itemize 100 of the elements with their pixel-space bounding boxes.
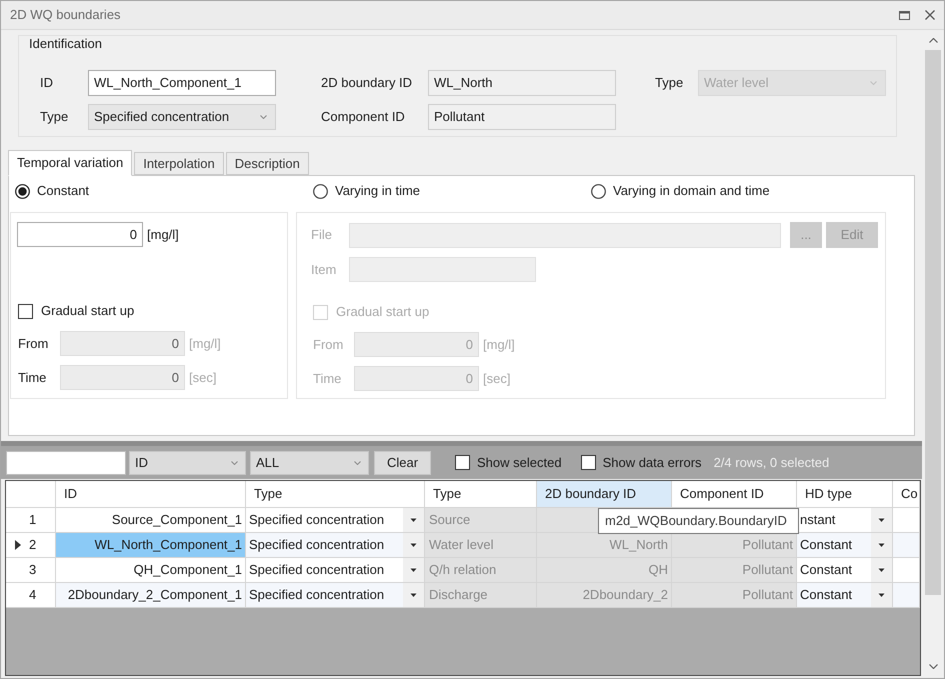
caret-down-icon[interactable] (871, 558, 892, 582)
table-cell: Discharge (425, 583, 537, 608)
caret-down-icon[interactable] (403, 558, 424, 582)
scroll-up-icon[interactable] (928, 38, 938, 42)
group-title: Identification (28, 36, 102, 51)
readonly-field[interactable]: WL_North (428, 70, 616, 96)
unit-label: [mg/l] (189, 334, 221, 353)
checkbox-label: Show selected (477, 454, 562, 472)
tooltip: m2d_WQBoundary.BoundaryID (598, 508, 799, 534)
checkbox[interactable] (580, 455, 596, 470)
table-cell: Water level (425, 533, 537, 558)
field-label: Component ID (321, 108, 405, 126)
column-header[interactable]: Type (425, 481, 537, 508)
dropdown-cell[interactable]: Specified concentration (246, 583, 425, 608)
field-label: Time (313, 370, 342, 388)
row-header[interactable]: 3 (6, 558, 56, 583)
radio-button[interactable] (15, 184, 30, 198)
column-header[interactable]: Type (246, 481, 425, 508)
radio-label: Varying in domain and time (613, 182, 770, 200)
field-label: ID (40, 74, 53, 92)
dropdown-cell[interactable]: Specified concentration (246, 533, 425, 558)
field-label: Type (40, 108, 68, 126)
field-label: From (313, 336, 344, 354)
dropdown[interactable]: Specified concentration (88, 104, 276, 130)
dropdown-cell[interactable]: Specified concentration (246, 508, 425, 533)
chevron-down-icon (354, 460, 361, 464)
field-label: Item (311, 260, 338, 279)
table-cell[interactable]: WL_North_Component_1 (56, 533, 246, 558)
table-cell: Q/h relation (425, 558, 537, 583)
filter-dropdown[interactable]: ALL (250, 450, 369, 474)
column-dropdown[interactable]: ID (129, 450, 246, 474)
field-label: File (311, 226, 333, 244)
column-header[interactable]: 2D boundary ID (537, 481, 672, 508)
chevron-down-icon (231, 460, 238, 464)
radio-button[interactable] (313, 184, 328, 198)
table-cell: Pollutant (672, 558, 797, 583)
table-cell: Pollutant (672, 583, 797, 608)
dropdown-cell[interactable]: nstant (797, 508, 893, 533)
caret-down-icon[interactable] (403, 508, 424, 532)
window-title: 2D WQ boundaries (10, 6, 122, 24)
checkbox[interactable] (455, 455, 470, 470)
radio-label: Varying in time (335, 182, 420, 200)
checkbox[interactable] (18, 304, 33, 318)
table-cell (893, 558, 920, 583)
scroll-down-icon[interactable] (928, 664, 938, 668)
dropdown-cell[interactable]: Constant (797, 583, 893, 608)
field-label: Time (18, 368, 48, 387)
text-field[interactable]: WL_North_Component_1 (88, 70, 276, 96)
close-icon[interactable] (925, 10, 935, 20)
unit-label: [sec] (483, 370, 510, 388)
checkbox-label: Gradual start up (41, 302, 134, 320)
row-number: 3 (29, 561, 36, 580)
caret-down-icon[interactable] (403, 533, 424, 557)
value-field[interactable]: 0 (17, 222, 143, 247)
header-corner (6, 481, 56, 508)
table-cell[interactable]: 2Dboundary_2_Component_1 (56, 583, 246, 608)
table-cell (893, 583, 920, 608)
table-cell: 2Dboundary_2 (537, 583, 672, 608)
row-number: 1 (29, 511, 36, 530)
clear-button[interactable]: Clear (374, 450, 431, 474)
column-header[interactable]: HD type (797, 481, 893, 508)
checkbox-label: Show data errors (602, 454, 702, 472)
field-label: 2D boundary ID (321, 74, 412, 92)
field-label: From (18, 334, 50, 353)
radio-button[interactable] (591, 184, 606, 198)
table-cell: WL_North (537, 533, 672, 558)
row-number: 4 (29, 586, 36, 604)
tab[interactable]: Description (226, 152, 309, 175)
caret-down-icon[interactable] (871, 508, 892, 532)
tab[interactable]: Temporal variation (8, 150, 132, 176)
caret-down-icon[interactable] (871, 583, 892, 607)
maximize-icon[interactable] (899, 10, 910, 20)
dropdown-cell[interactable]: Specified concentration (246, 558, 425, 583)
table-cell[interactable]: Source_Component_1 (56, 508, 246, 533)
chevron-down-icon (870, 81, 877, 85)
row-header[interactable]: 4 (6, 583, 56, 608)
row-number: 2 (29, 536, 36, 554)
dropdown-cell[interactable]: Constant (797, 533, 893, 558)
current-row-icon (15, 540, 21, 550)
caret-down-icon[interactable] (871, 533, 892, 557)
status-text: 2/4 rows, 0 selected (714, 454, 830, 472)
column-header[interactable]: Component ID (672, 481, 797, 508)
row-header[interactable]: 1 (6, 508, 56, 533)
readonly-field[interactable]: Pollutant (428, 104, 616, 130)
row-header[interactable]: 2 (6, 533, 56, 558)
caret-down-icon[interactable] (403, 583, 424, 607)
column-header[interactable]: Co (893, 481, 920, 508)
table-cell (893, 508, 920, 533)
search-field[interactable] (6, 450, 126, 474)
table-cell: Pollutant (672, 533, 797, 558)
table-cell[interactable]: QH_Component_1 (56, 558, 246, 583)
dropdown-cell[interactable]: Constant (797, 558, 893, 583)
table-cell: QH (537, 558, 672, 583)
chevron-down-icon (260, 115, 267, 119)
unit-label: [sec] (189, 368, 216, 387)
scrollbar-thumb[interactable] (925, 50, 941, 595)
column-header[interactable]: ID (56, 481, 246, 508)
tab[interactable]: Interpolation (134, 152, 224, 175)
table-cell (893, 533, 920, 558)
unit-label: [mg/l] (147, 226, 179, 244)
